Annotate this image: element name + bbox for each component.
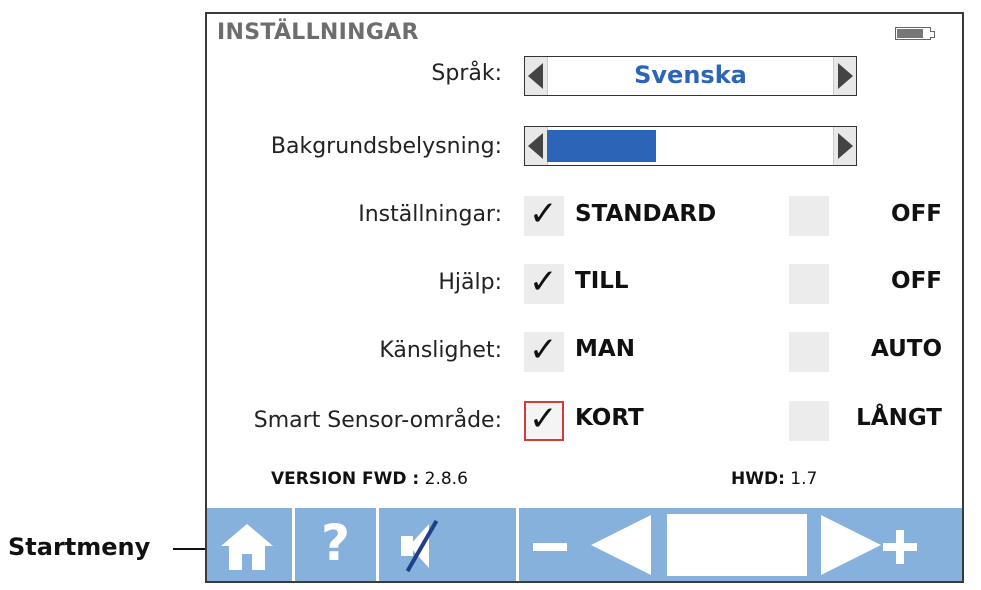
checkmark-icon: ✓ [529,399,558,439]
help-off-checkbox[interactable] [789,264,829,304]
arrow-left-icon[interactable] [591,515,651,575]
arrow-left-icon [528,133,543,159]
firmware-version-value: 2.8.6 [424,469,468,489]
adjust-bar [519,508,962,581]
defaults-label: Inställningar: [358,202,502,227]
hardware-version-label: HWD: [731,469,785,489]
mute-button[interactable] [379,508,519,581]
battery-icon [895,27,935,40]
checkmark-icon: ✓ [529,330,558,370]
language-prev-button[interactable] [525,57,548,95]
bottom-toolbar: ? [207,508,962,581]
plus-icon-vertical [896,530,904,564]
home-button[interactable] [207,508,295,581]
smart-sensor-range-label: Smart Sensor-område: [253,408,502,433]
help-button[interactable]: ? [295,508,379,581]
help-icon: ? [320,514,350,572]
arrow-right-icon [838,63,853,89]
sensitivity-auto-option: AUTO [870,336,942,362]
help-label: Hjälp: [438,270,502,295]
smart-sensor-long-checkbox[interactable] [789,401,829,441]
language-next-button[interactable] [833,57,856,95]
language-value: Svenska [634,61,747,89]
arrow-right-icon[interactable] [821,515,881,575]
checkmark-icon: ✓ [529,194,558,234]
backlight-decrease-button[interactable] [525,127,548,165]
backlight-increase-button[interactable] [833,127,856,165]
defaults-standard-option: STANDARD [575,201,717,227]
settings-screen: INSTÄLLNINGAR Språk: Svenska Bakgrundsbe… [205,12,964,583]
adjust-value-area [667,514,807,576]
language-label: Språk: [431,61,502,86]
defaults-off-option: OFF [891,201,942,227]
language-selector[interactable]: Svenska [524,56,857,96]
screen-title: INSTÄLLNINGAR [217,20,419,45]
firmware-version: VERSION FWD : 2.8.6 [271,469,468,489]
defaults-off-checkbox[interactable] [789,196,829,236]
sensitivity-man-checkbox[interactable]: ✓ [524,330,564,372]
arrow-right-icon [838,133,853,159]
help-on-option: TILL [575,268,629,294]
smart-sensor-short-checkbox[interactable]: ✓ [524,399,564,441]
backlight-level-fill [547,130,656,162]
smart-sensor-long-option: LÅNGT [856,405,942,431]
checkmark-icon: ✓ [529,262,558,302]
defaults-standard-checkbox[interactable]: ✓ [524,194,564,236]
minus-icon[interactable] [533,543,567,551]
smart-sensor-short-option: KORT [575,405,644,431]
help-on-checkbox[interactable]: ✓ [524,262,564,304]
backlight-slider[interactable] [524,126,857,166]
help-off-option: OFF [891,268,942,294]
firmware-version-label: VERSION FWD : [271,469,420,489]
sensitivity-man-option: MAN [575,336,635,362]
arrow-left-icon [528,63,543,89]
sensitivity-label: Känslighet: [379,338,502,363]
backlight-label: Bakgrundsbelysning: [270,134,502,159]
hardware-version-value: 1.7 [790,469,818,489]
startmeny-callout-label: Startmeny [8,533,151,561]
sensitivity-auto-checkbox[interactable] [789,332,829,372]
hardware-version: HWD: 1.7 [731,469,817,489]
